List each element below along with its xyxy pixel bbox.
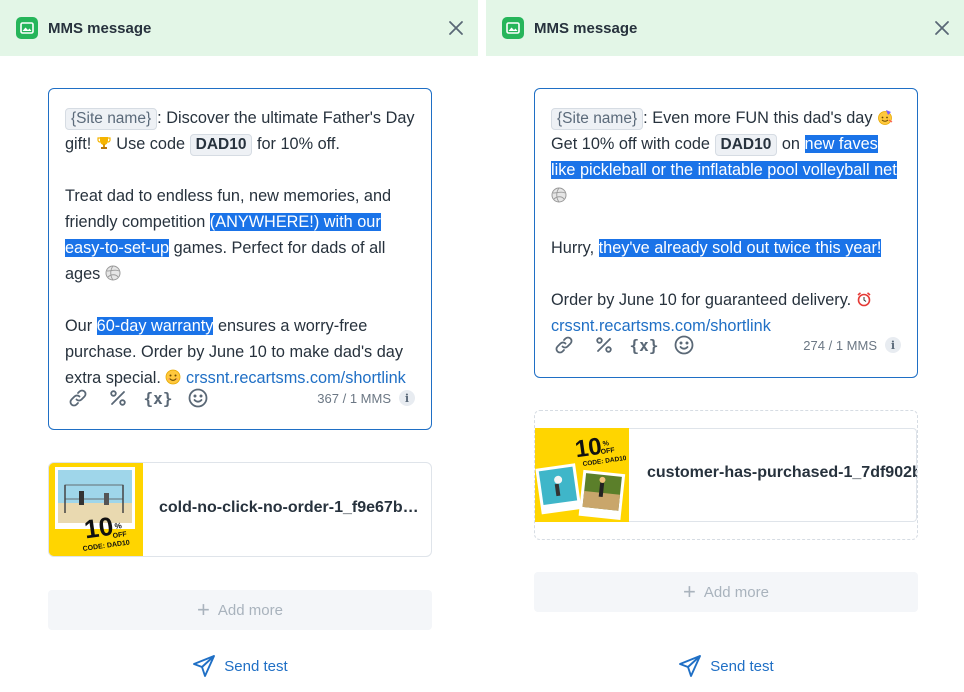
message-text-segment: on — [777, 135, 805, 153]
add-more-button[interactable]: + Add more — [534, 572, 918, 612]
attachment-thumbnail: 10 % OFF CODE: DAD10 — [535, 428, 629, 522]
message-text-segment: Use code — [111, 135, 190, 153]
mms-panel-left: MMS message {Site name}: Discover the ul… — [0, 0, 478, 692]
info-icon[interactable]: i — [399, 390, 415, 406]
variable-icon[interactable]: {x} — [630, 332, 659, 358]
paper-plane-icon — [193, 655, 216, 677]
trophy-icon — [97, 137, 111, 149]
image-message-icon — [502, 17, 524, 39]
image-message-icon — [16, 17, 38, 39]
discount-code-chip[interactable]: DAD10 — [189, 134, 253, 156]
attachment-filename: customer-has-purchased-1_7df902b9 — [647, 464, 918, 481]
panel-title: MMS message — [534, 19, 638, 37]
panel-title: MMS message — [48, 19, 152, 37]
site-name-variable-chip[interactable]: {Site name} — [551, 108, 644, 130]
site-name-variable-chip[interactable]: {Site name} — [65, 108, 158, 130]
volleyball-icon — [551, 187, 567, 203]
panel-header: MMS message — [486, 0, 964, 56]
info-icon[interactable]: i — [885, 337, 901, 353]
editor-toolbar: {x} 274 / 1 MMS i — [551, 330, 901, 360]
send-test-button[interactable]: Send test — [534, 652, 918, 680]
send-test-label: Send test — [710, 657, 774, 675]
message-editor[interactable]: {Site name}: Discover the ultimate Fathe… — [48, 88, 432, 430]
selected-text: they've already sold out twice this year… — [598, 239, 882, 257]
selected-text: 60-day warranty — [96, 317, 214, 335]
add-more-label: Add more — [703, 583, 769, 601]
percent-icon[interactable] — [591, 332, 617, 358]
character-counter: 367 / 1 MMS i — [317, 390, 415, 406]
message-text-segment: Our — [65, 317, 97, 335]
emoji-icon[interactable] — [185, 385, 211, 411]
plus-icon: + — [683, 579, 696, 604]
counter-text: 274 / 1 MMS — [803, 337, 877, 353]
panel-header: MMS message — [0, 0, 478, 56]
attachment-filename: cold-no-click-no-order-1_f9e67b3… — [159, 499, 423, 516]
alarm-clock-icon — [857, 292, 871, 307]
svg-text:10: 10 — [82, 511, 115, 545]
message-text-segment: : Even more FUN this dad's day — [643, 109, 878, 127]
message-text-segment: Hurry, — [551, 239, 599, 257]
emoji-icon[interactable] — [671, 332, 697, 358]
message-text-segment: Get 10% off with code — [551, 135, 715, 153]
attachment-thumbnail: 10 % OFF CODE: DAD10 — [49, 463, 143, 556]
editor-toolbar: {x} 367 / 1 MMS i — [65, 383, 415, 413]
send-test-button[interactable]: Send test — [48, 652, 432, 680]
character-counter: 274 / 1 MMS i — [803, 337, 901, 353]
close-icon[interactable] — [930, 16, 954, 40]
paper-plane-icon — [679, 655, 702, 677]
counter-text: 367 / 1 MMS — [317, 390, 391, 406]
media-attachment[interactable]: 10 % OFF CODE: DAD10 cold-no-click-no-or… — [48, 462, 432, 557]
discount-code-chip[interactable]: DAD10 — [714, 134, 778, 156]
volleyball-icon — [105, 265, 121, 281]
message-editor[interactable]: {Site name}: Even more FUN this dad's da… — [534, 88, 918, 378]
message-text-segment: for 10% off. — [252, 135, 340, 153]
close-icon[interactable] — [444, 16, 468, 40]
svg-text:%: % — [114, 521, 122, 531]
link-icon[interactable] — [551, 332, 577, 358]
mms-panel-right: MMS message {Site name}: Even more FUN t… — [486, 0, 964, 692]
media-attachment[interactable]: 10 % OFF CODE: DAD10 customer-has-purcha… — [534, 410, 918, 540]
message-text[interactable]: {Site name}: Discover the ultimate Fathe… — [65, 105, 415, 391]
add-more-label: Add more — [217, 601, 283, 619]
message-text-segment: Order by June 10 for guaranteed delivery… — [551, 291, 856, 309]
link-icon[interactable] — [65, 385, 91, 411]
variable-icon[interactable]: {x} — [144, 385, 173, 411]
send-test-label: Send test — [224, 657, 288, 675]
plus-icon: + — [197, 597, 210, 622]
party-face-icon — [878, 110, 893, 125]
percent-icon[interactable] — [105, 385, 131, 411]
message-text[interactable]: {Site name}: Even more FUN this dad's da… — [551, 105, 901, 339]
add-more-button[interactable]: + Add more — [48, 590, 432, 630]
